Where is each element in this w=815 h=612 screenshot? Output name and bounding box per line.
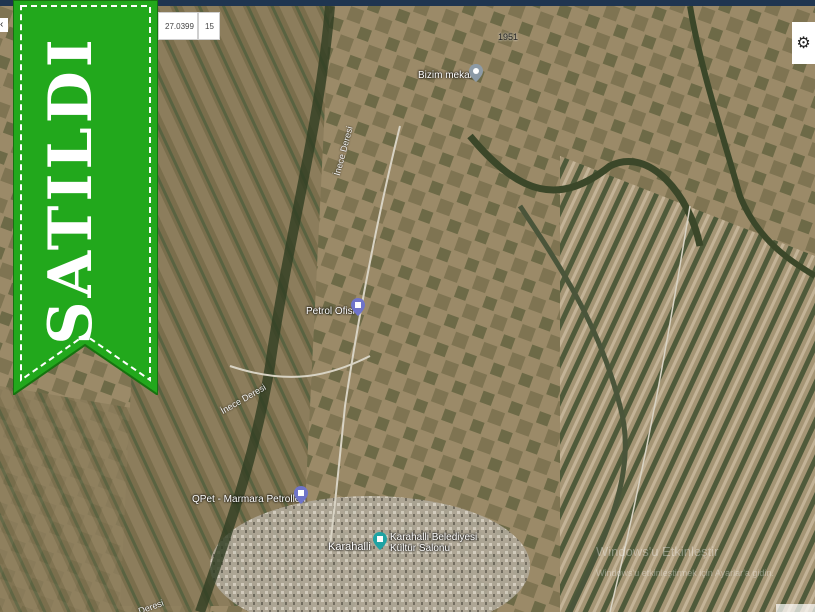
town-label-karahalli[interactable]: Karahalli [328,541,371,553]
left-control[interactable]: ‹ [0,18,8,32]
fuel-pin-icon[interactable] [351,298,365,316]
gear-icon: ⚙ [796,35,811,52]
banner-text: SATILDI [36,35,106,345]
building-pin-icon[interactable] [373,532,387,550]
sold-banner: SATILDI [12,0,159,397]
place-label-kultur-salonu[interactable]: Karahalli Belediyesi Kültür Salonu [390,532,480,554]
activation-watermark-title: Windows'u Etkinleştir [596,544,719,559]
road-label-1951: 1951 [498,32,519,42]
activation-watermark-subtitle: Windows'u etkinleştirmek için Ayarlar'a … [596,568,774,578]
place-label-qpet[interactable]: QPet - Marmara Petrolleri [192,494,306,505]
fuel-pin-icon[interactable] [294,486,308,504]
place-label-bizim-mekan[interactable]: Bizim mekan [418,70,475,81]
place-label-petrol-ofisi[interactable]: Petrol Ofisi [306,306,355,317]
place-pin-icon[interactable] [469,64,483,82]
coordinate-readout: 27.0399 [158,12,198,40]
settings-button[interactable]: ⚙ [792,22,815,64]
map-attribution [776,604,815,612]
zoom-readout: 15 [198,12,220,40]
